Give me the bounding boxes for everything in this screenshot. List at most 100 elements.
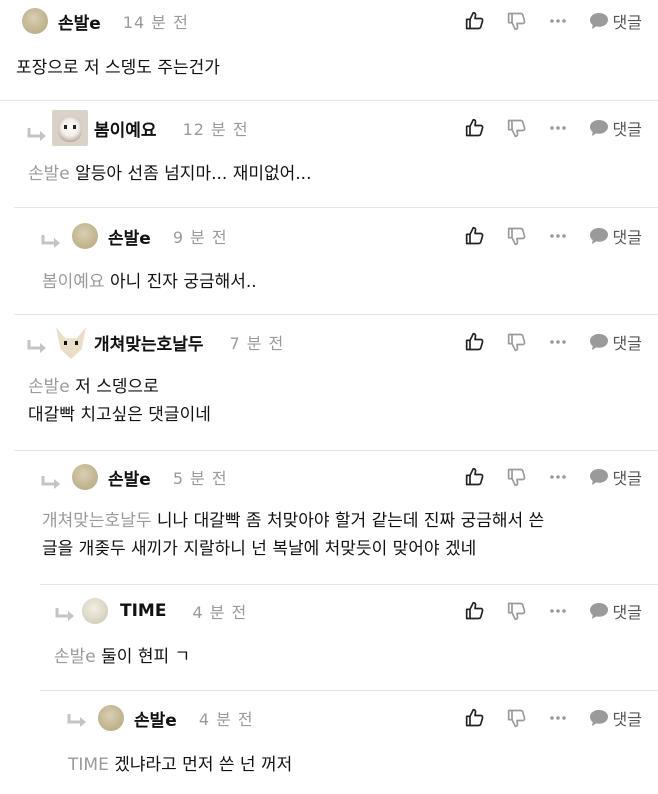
mention[interactable]: TIME [68, 755, 109, 775]
username[interactable]: 손발e [134, 706, 177, 731]
avatar[interactable] [22, 8, 48, 34]
thumbs-up-icon [465, 118, 483, 137]
comment-actions: 댓글 [443, 6, 642, 36]
mention[interactable]: 손발e [28, 164, 70, 184]
reply-button[interactable]: 댓글 [589, 465, 642, 489]
more-button[interactable] [549, 339, 567, 345]
like-button[interactable] [465, 601, 485, 621]
reply-button[interactable]: 댓글 [589, 599, 642, 623]
comment-header: TIME 4 분 전 [82, 596, 247, 626]
username[interactable]: 개쳐맞는호날두 [94, 330, 203, 355]
timestamp: 4 분 전 [198, 710, 254, 729]
dislike-button[interactable] [507, 601, 527, 621]
comment-text: 포장으로 저 스뎅도 주는건가 [16, 54, 220, 82]
speech-bubble-icon [589, 334, 608, 350]
comment-1: 손발e 14 분 전 댓글 포장으로 저 스뎅도 주는건가 [0, 0, 658, 100]
thumbs-up-icon [465, 226, 483, 245]
reply-arrow-icon [27, 128, 46, 141]
thumbs-up-icon [465, 11, 483, 30]
more-button[interactable] [549, 715, 567, 721]
comment-header: 손발e 5 분 전 [72, 462, 228, 492]
comment-body: 알등아 선좀 넘지마... 재미없어... [75, 164, 312, 184]
comment-header: 봄이예요 12 분 전 [52, 110, 249, 146]
username[interactable]: TIME [120, 601, 166, 621]
comment-3: 손발e 9 분 전 댓글 봄이예요 아니 진자 궁금해서.. [0, 208, 658, 314]
reply-label: 댓글 [612, 469, 642, 488]
avatar[interactable] [82, 598, 108, 624]
comment-5: 손발e 5 분 전 댓글 개쳐맞는호날두 니나 대갈빡 좀 처맞아야 할거 같는… [0, 451, 658, 584]
mention[interactable]: 봄이예요 [42, 272, 105, 292]
avatar[interactable] [98, 705, 124, 731]
thumbs-up-icon [465, 708, 483, 727]
comment-actions: 댓글 [443, 221, 642, 251]
like-button[interactable] [465, 467, 485, 487]
reply-label: 댓글 [612, 228, 642, 247]
comment-header: 손발e 4 분 전 [98, 703, 254, 733]
dislike-button[interactable] [507, 118, 527, 138]
more-icon [549, 340, 566, 344]
username[interactable]: 손발e [108, 224, 151, 249]
comment-6: TIME 4 분 전 댓글 손발e 둘이 현피 ㄱ [0, 585, 658, 690]
dislike-button[interactable] [507, 332, 527, 352]
thumbs-down-icon [507, 333, 525, 352]
avatar[interactable] [52, 324, 88, 360]
timestamp: 12 분 전 [182, 120, 249, 139]
avatar[interactable] [72, 464, 98, 490]
comment-body-line-2: 글을 개좆두 새끼가 지랄하니 넌 복날에 처맞듯이 맞어야 겠네 [42, 539, 477, 559]
reply-button[interactable]: 댓글 [589, 706, 642, 730]
speech-bubble-icon [589, 469, 608, 485]
comment-text: 손발e 둘이 현피 ㄱ [54, 643, 190, 671]
more-button[interactable] [549, 233, 567, 239]
timestamp: 7 분 전 [229, 334, 285, 353]
avatar[interactable] [72, 223, 98, 249]
timestamp: 4 분 전 [192, 603, 248, 622]
avatar[interactable] [52, 110, 88, 146]
more-button[interactable] [549, 608, 567, 614]
like-button[interactable] [465, 332, 485, 352]
comment-text: 손발e 저 스뎅으로 대갈빡 치고싶은 댓글이네 [28, 373, 211, 429]
more-icon [549, 609, 566, 613]
like-button[interactable] [465, 11, 485, 31]
more-button[interactable] [549, 125, 567, 131]
mention[interactable]: 손발e [54, 647, 96, 667]
dislike-button[interactable] [507, 467, 527, 487]
reply-arrow-icon [67, 714, 86, 727]
thumbs-up-icon [465, 332, 483, 351]
speech-bubble-icon [589, 13, 608, 29]
mention[interactable]: 개쳐맞는호날두 [42, 511, 151, 531]
more-icon [549, 19, 566, 23]
username[interactable]: 손발e [58, 9, 101, 34]
username[interactable]: 봄이예요 [94, 116, 157, 141]
thumbs-down-icon [507, 602, 525, 621]
like-button[interactable] [465, 118, 485, 138]
comment-actions: 댓글 [443, 327, 642, 357]
more-button[interactable] [549, 474, 567, 480]
more-icon [549, 716, 566, 720]
comment-body: 아니 진자 궁금해서.. [109, 272, 257, 292]
dislike-button[interactable] [507, 226, 527, 246]
username[interactable]: 손발e [108, 465, 151, 490]
thumbs-down-icon [507, 119, 525, 138]
comment-body: 니나 대갈빡 좀 처맞아야 할거 같는데 진짜 궁금해서 쓴 [156, 511, 545, 531]
comment-header: 손발e 14 분 전 [22, 6, 189, 36]
more-button[interactable] [549, 18, 567, 24]
thumbs-down-icon [507, 12, 525, 31]
comment-header: 개쳐맞는호날두 7 분 전 [52, 324, 285, 360]
reply-button[interactable]: 댓글 [589, 116, 642, 140]
dislike-button[interactable] [507, 708, 527, 728]
reply-arrow-icon [41, 235, 60, 248]
like-button[interactable] [465, 708, 485, 728]
mention[interactable]: 손발e [28, 377, 70, 397]
like-button[interactable] [465, 226, 485, 246]
more-icon [549, 126, 566, 130]
dislike-button[interactable] [507, 11, 527, 31]
comment-2: 봄이예요 12 분 전 댓글 손발e 알등아 선좀 넘지마... 재미없어... [0, 101, 658, 207]
timestamp: 5 분 전 [172, 469, 228, 488]
comment-body: 겠냐라고 먼저 쓴 넌 꺼저 [114, 755, 293, 775]
comment-text: TIME 겠냐라고 먼저 쓴 넌 꺼저 [68, 751, 292, 779]
thumbs-down-icon [507, 227, 525, 246]
reply-button[interactable]: 댓글 [589, 224, 642, 248]
reply-label: 댓글 [612, 120, 642, 139]
reply-button[interactable]: 댓글 [589, 9, 642, 33]
reply-button[interactable]: 댓글 [589, 330, 642, 354]
